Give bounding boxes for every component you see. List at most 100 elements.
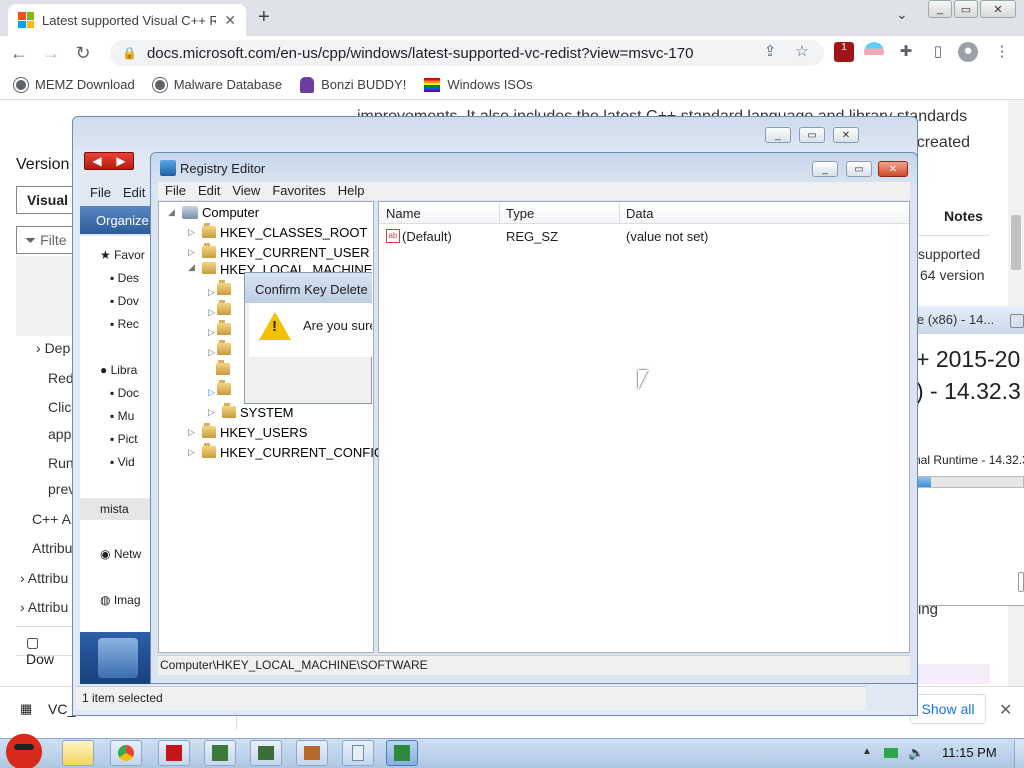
explorer-minimize-button[interactable]: _ bbox=[765, 127, 791, 143]
back-button[interactable]: ← bbox=[6, 43, 32, 64]
tab-search-button[interactable]: ⌄ bbox=[896, 6, 908, 23]
tray-show-hidden-button[interactable]: ▲ bbox=[862, 746, 872, 757]
lock-icon[interactable]: 🔒 bbox=[122, 46, 137, 60]
nav-documents[interactable]: ▪ Doc bbox=[110, 386, 139, 400]
nav-downloads[interactable]: ▪ Dov bbox=[110, 294, 139, 308]
explorer-back-forward-buttons[interactable]: ◀ ▶ bbox=[84, 152, 134, 170]
value-row[interactable]: ab (Default) REG_SZ (value not set) bbox=[384, 228, 904, 246]
column-name[interactable]: Name bbox=[386, 206, 421, 221]
column-divider[interactable] bbox=[619, 203, 620, 223]
nav-image[interactable]: ◍ Imag bbox=[100, 593, 141, 607]
regedit-menu-edit[interactable]: Edit bbox=[198, 183, 220, 198]
column-type[interactable]: Type bbox=[506, 206, 534, 221]
regedit-maximize-button[interactable]: ▭ bbox=[846, 161, 872, 177]
share-icon[interactable]: ⇪ bbox=[760, 42, 780, 62]
new-tab-button[interactable]: + bbox=[258, 6, 270, 29]
reload-button[interactable]: ↻ bbox=[70, 43, 96, 64]
tab-close-button[interactable]: ✕ bbox=[224, 12, 236, 29]
nav-pictures[interactable]: ▪ Pict bbox=[110, 432, 138, 446]
installer-minimize-button[interactable] bbox=[1010, 314, 1024, 328]
toc-item[interactable]: app bbox=[48, 426, 71, 442]
regedit-close-button[interactable]: ✕ bbox=[878, 161, 908, 177]
explorer-maximize-button[interactable]: ▭ bbox=[799, 127, 825, 143]
nav-desktop[interactable]: ▪ Des bbox=[110, 271, 139, 285]
toc-item[interactable]: Red bbox=[48, 370, 74, 386]
toc-item[interactable]: › Attribu bbox=[20, 599, 68, 615]
flag-icon[interactable] bbox=[864, 42, 884, 62]
regedit-menu-file[interactable]: File bbox=[165, 183, 186, 198]
taskbar-paint-icon[interactable] bbox=[296, 740, 328, 766]
toc-item[interactable]: › Dep bbox=[36, 340, 70, 356]
expand-arrow-icon[interactable]: ▷ bbox=[188, 227, 198, 238]
taskbar-pdf-icon[interactable] bbox=[158, 740, 190, 766]
toc-item[interactable]: Run bbox=[48, 455, 74, 471]
forward-arrow-icon[interactable]: ▶ bbox=[116, 154, 125, 168]
download-pdf-button[interactable]: ▢ Dow bbox=[16, 626, 76, 667]
regedit-values-pane[interactable] bbox=[378, 201, 910, 653]
extension-badge-icon[interactable]: 1 bbox=[834, 42, 854, 62]
close-window-button[interactable]: ✕ bbox=[980, 0, 1016, 18]
profile-icon[interactable]: ● bbox=[958, 42, 978, 62]
forward-button[interactable]: → bbox=[38, 43, 64, 64]
taskbar-chrome-icon[interactable] bbox=[110, 740, 142, 766]
collapse-arrow-icon[interactable]: ◢ bbox=[168, 207, 178, 218]
start-button[interactable] bbox=[2, 732, 46, 768]
explorer-close-button[interactable]: ✕ bbox=[833, 127, 859, 143]
page-scrollbar-thumb[interactable] bbox=[1011, 215, 1021, 270]
toc-item[interactable]: Attribu bbox=[32, 540, 72, 556]
nav-network[interactable]: ◉ Netw bbox=[100, 547, 141, 561]
toc-item[interactable]: › Attribu bbox=[20, 570, 68, 586]
tree-node-computer[interactable]: ◢ Computer bbox=[168, 202, 259, 222]
close-downloads-button[interactable]: ✕ bbox=[999, 700, 1012, 720]
tree-node-hku[interactable]: ▷ HKEY_USERS bbox=[188, 422, 307, 442]
puzzle-icon[interactable]: ✚ bbox=[896, 42, 916, 62]
taskbar-regedit-icon[interactable] bbox=[386, 740, 418, 766]
show-desktop-button[interactable] bbox=[1014, 740, 1024, 768]
back-arrow-icon[interactable]: ◀ bbox=[92, 154, 101, 168]
column-divider[interactable] bbox=[499, 203, 500, 223]
installer-button-edge[interactable] bbox=[1018, 572, 1024, 592]
menu-icon[interactable]: ⋮ bbox=[992, 42, 1012, 62]
tree-node-hkcu[interactable]: ▷ HKEY_CURRENT_USER bbox=[188, 242, 370, 262]
bookmark-memz[interactable]: MEMZ Download bbox=[14, 77, 135, 92]
nav-libraries[interactable]: ● Libra bbox=[100, 363, 137, 377]
minimize-button[interactable]: _ bbox=[928, 0, 952, 18]
organize-button[interactable]: Organize bbox=[80, 206, 152, 234]
battery-icon[interactable] bbox=[884, 748, 898, 758]
bookmark-malware-database[interactable]: Malware Database bbox=[152, 77, 282, 92]
regedit-menu-help[interactable]: Help bbox=[338, 183, 365, 198]
regedit-minimize-button[interactable]: _ bbox=[812, 161, 838, 177]
nav-user-folder[interactable]: mista bbox=[80, 498, 152, 520]
expand-arrow-icon[interactable]: ▷ bbox=[188, 427, 198, 438]
version-select[interactable]: Visual bbox=[16, 186, 76, 214]
explorer-menu-file[interactable]: File bbox=[90, 185, 111, 200]
expand-arrow-icon[interactable]: ▷ bbox=[208, 407, 218, 418]
filter-input[interactable]: ⏷ Filte bbox=[16, 226, 76, 254]
taskbar-notepad-icon[interactable] bbox=[342, 740, 374, 766]
regedit-menu-favorites[interactable]: Favorites bbox=[272, 183, 325, 198]
address-bar[interactable]: 🔒 docs.microsoft.com/en-us/cpp/windows/l… bbox=[110, 40, 824, 66]
tree-node-system[interactable]: ▷ SYSTEM bbox=[208, 402, 293, 422]
tree-node-hkcc[interactable]: ▷ HKEY_CURRENT_CONFIG bbox=[188, 442, 384, 462]
maximize-button[interactable]: ▭ bbox=[954, 0, 978, 18]
star-icon[interactable]: ☆ bbox=[792, 42, 812, 62]
column-data[interactable]: Data bbox=[626, 206, 653, 221]
nav-videos[interactable]: ▪ Vid bbox=[110, 455, 135, 469]
taskbar-network-icon[interactable] bbox=[250, 740, 282, 766]
browser-tab[interactable]: Latest supported Visual C++ R ✕ bbox=[8, 4, 246, 36]
url-text[interactable]: docs.microsoft.com/en-us/cpp/windows/lat… bbox=[147, 45, 693, 62]
bookmark-bonzi[interactable]: Bonzi BUDDY! bbox=[300, 76, 406, 93]
tree-node-hkcr[interactable]: ▷ HKEY_CLASSES_ROOT bbox=[188, 222, 367, 242]
regedit-menu-view[interactable]: View bbox=[232, 183, 260, 198]
volume-icon[interactable]: 🔈 bbox=[908, 745, 924, 761]
collapse-arrow-icon[interactable]: ◢ bbox=[188, 262, 198, 273]
nav-favorites[interactable]: ★ Favor bbox=[100, 248, 145, 262]
explorer-menu-edit[interactable]: Edit bbox=[123, 185, 145, 200]
nav-music[interactable]: ▪ Mu bbox=[110, 409, 134, 423]
expand-arrow-icon[interactable]: ▷ bbox=[188, 447, 198, 458]
expand-arrow-icon[interactable]: ▷ bbox=[188, 247, 198, 258]
clock[interactable]: 11:15 PM bbox=[942, 745, 997, 760]
taskbar-installer-icon[interactable] bbox=[204, 740, 236, 766]
toc-item[interactable]: C++ A bbox=[32, 511, 71, 527]
show-all-button[interactable]: Show all bbox=[910, 694, 986, 724]
